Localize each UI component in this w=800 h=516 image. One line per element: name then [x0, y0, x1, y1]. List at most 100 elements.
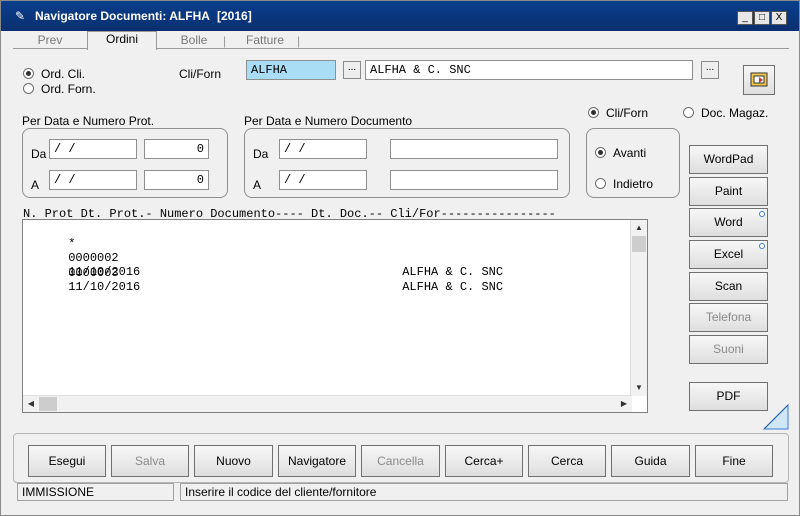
minimize-button[interactable]: _: [737, 11, 753, 25]
wordpad-button-label: WordPad: [703, 152, 754, 166]
esegui-button[interactable]: Esegui: [28, 445, 106, 477]
direction-indietro-label: Indietro: [613, 177, 654, 191]
title-bar[interactable]: ✎ Navigatore Documenti: ALFHA [2016] _ □…: [1, 1, 799, 31]
direction-indietro-radio[interactable]: [595, 178, 606, 189]
tab-fatture[interactable]: Fatture: [237, 33, 293, 49]
protocol-from-label: Da: [31, 147, 47, 161]
cliforn-code-input[interactable]: ALFHA: [246, 60, 336, 80]
navigator-window: ✎ Navigatore Documenti: ALFHA [2016] _ □…: [0, 0, 800, 516]
cliforn-name-input[interactable]: ALFHA & C. SNC: [365, 60, 693, 80]
cerca-plus-button-label: Cerca+: [464, 454, 504, 468]
navigatore-button[interactable]: Navigatore: [278, 445, 356, 477]
row-date: 11/10/2016: [68, 280, 141, 294]
salva-button[interactable]: Salva: [111, 445, 189, 477]
ord-cli-label: Ord. Cli.: [41, 67, 86, 81]
guida-button-label: Guida: [634, 454, 667, 468]
tab-ordini[interactable]: Ordini: [87, 31, 157, 50]
nuovo-button[interactable]: Nuovo: [194, 445, 273, 477]
document-from-number[interactable]: [390, 139, 558, 159]
navigatore-button-label: Navigatore: [287, 454, 347, 468]
pdf-button-label: PDF: [716, 389, 741, 403]
row-prot: 0000003: [68, 266, 119, 280]
horizontal-scroll-thumb[interactable]: [39, 397, 57, 411]
scan-button[interactable]: Scan: [689, 272, 768, 301]
vertical-scroll-thumb[interactable]: [632, 236, 646, 252]
documents-list[interactable]: * 0000002 11/10/2016 ALFHA & C. SNC 00000…: [22, 219, 648, 413]
scroll-left-arrow-icon[interactable]: ◀: [23, 396, 39, 412]
row-marker: [68, 252, 75, 266]
ord-forn-label: Ord. Forn.: [41, 82, 96, 96]
close-button[interactable]: X: [771, 11, 787, 25]
export-tool-button[interactable]: [743, 65, 775, 95]
maximize-button[interactable]: □: [754, 11, 770, 25]
list-item[interactable]: 0000003 11/10/2016 ALFHA & C. SNC: [25, 238, 503, 308]
cliforn-name-lookup-button[interactable]: ...: [701, 61, 719, 79]
tab-prev[interactable]: Prev: [27, 33, 73, 49]
excel-button[interactable]: Excel: [689, 240, 768, 269]
suoni-button[interactable]: Suoni: [689, 335, 768, 364]
salva-button-label: Salva: [134, 454, 166, 468]
document-from-date[interactable]: / /: [279, 139, 367, 159]
direction-avanti-radio[interactable]: [595, 147, 606, 158]
status-message: Inserire il codice del cliente/fornitore: [180, 483, 788, 501]
source-docmagaz-radio[interactable]: [683, 107, 694, 118]
window-title: Navigatore Documenti: ALFHA: [35, 9, 210, 23]
cancella-button[interactable]: Cancella: [361, 445, 440, 477]
cliforn-label: Cli/Forn: [179, 67, 222, 81]
cerca-button[interactable]: Cerca: [528, 445, 606, 477]
word-button[interactable]: Word: [689, 208, 768, 237]
export-tool-icon: [750, 72, 768, 87]
source-cliforn-label: Cli/Forn: [606, 106, 649, 120]
direction-avanti-label: Avanti: [613, 146, 647, 160]
excel-button-label: Excel: [713, 247, 744, 261]
document-filter-title: Per Data e Numero Documento: [244, 114, 413, 128]
document-tabs: Prev Ordini Bolle | Fatture |: [13, 31, 789, 50]
cliforn-lookup-button[interactable]: ...: [343, 61, 361, 79]
page-curl-icon: [763, 404, 789, 430]
paint-button-label: Paint: [714, 184, 743, 198]
ord-cli-radio[interactable]: [23, 68, 34, 79]
protocol-from-date[interactable]: / /: [49, 139, 137, 159]
document-to-number[interactable]: [390, 170, 558, 190]
tab-separator: |: [223, 34, 227, 48]
scroll-up-arrow-icon[interactable]: ▲: [631, 220, 647, 236]
protocol-from-number[interactable]: 0: [144, 139, 209, 159]
fine-button-label: Fine: [722, 454, 746, 468]
source-docmagaz-label: Doc. Magaz.: [701, 106, 769, 120]
scroll-right-arrow-icon[interactable]: ▶: [616, 396, 632, 412]
esegui-button-label: Esegui: [48, 454, 86, 468]
tab-bolle[interactable]: Bolle: [169, 33, 219, 49]
document-to-date[interactable]: / /: [279, 170, 367, 190]
wordpad-button[interactable]: WordPad: [689, 145, 768, 174]
document-to-label: A: [253, 178, 262, 192]
app-feather-icon: ✎: [15, 9, 26, 23]
source-cliforn-radio[interactable]: [588, 107, 599, 118]
document-from-label: Da: [253, 147, 269, 161]
row-client: ALFHA & C. SNC: [402, 280, 504, 294]
telefona-button-label: Telefona: [705, 310, 752, 324]
protocol-to-number[interactable]: 0: [144, 170, 209, 190]
status-mode: IMMISSIONE: [17, 483, 174, 501]
protocol-to-label: A: [31, 178, 40, 192]
suoni-button-label: Suoni: [713, 342, 744, 356]
list-horizontal-scrollbar[interactable]: ◀ ▶: [23, 395, 632, 412]
window-year: [2016]: [217, 9, 252, 23]
cancella-button-label: Cancella: [377, 454, 424, 468]
fine-button[interactable]: Fine: [695, 445, 773, 477]
scroll-down-arrow-icon[interactable]: ▼: [631, 380, 647, 396]
status-dot-icon: [759, 211, 765, 217]
protocol-to-date[interactable]: / /: [49, 170, 137, 190]
ord-forn-radio[interactable]: [23, 83, 34, 94]
cerca-plus-button[interactable]: Cerca+: [445, 445, 523, 477]
protocol-filter-title: Per Data e Numero Prot.: [22, 114, 155, 128]
nuovo-button-label: Nuovo: [216, 454, 251, 468]
scan-button-label: Scan: [714, 279, 743, 293]
pdf-button[interactable]: PDF: [689, 382, 768, 411]
cerca-button-label: Cerca: [550, 454, 583, 468]
guida-button[interactable]: Guida: [611, 445, 690, 477]
status-dot-icon: [759, 243, 765, 249]
paint-button[interactable]: Paint: [689, 177, 768, 206]
telefona-button[interactable]: Telefona: [689, 303, 768, 332]
tab-separator: |: [297, 34, 301, 48]
list-vertical-scrollbar[interactable]: ▲ ▼: [630, 220, 647, 396]
